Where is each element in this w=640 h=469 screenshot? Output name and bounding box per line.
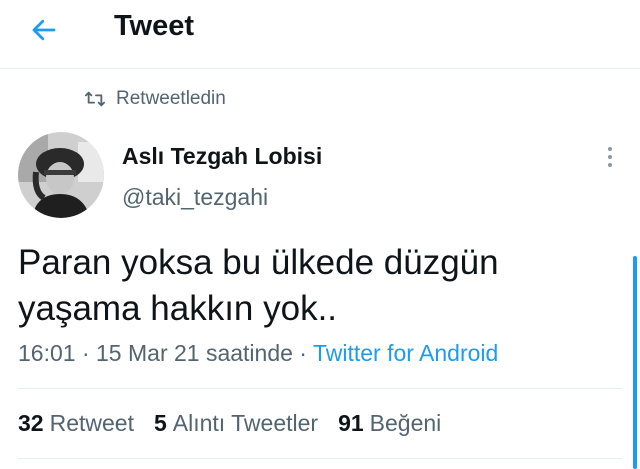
meta-separator: · xyxy=(75,340,97,366)
more-options-button[interactable] xyxy=(598,142,622,172)
retweets-count: 32 xyxy=(18,410,44,436)
tweet-text: Paran yoksa bu ülkede düzgün yaşama hakk… xyxy=(18,243,499,328)
tweet-stats: 32 Retweet 5 Alıntı Tweetler 91 Beğeni xyxy=(18,410,441,437)
quotes-count: 5 xyxy=(153,410,167,436)
avatar[interactable] xyxy=(18,132,104,218)
back-button[interactable] xyxy=(26,12,62,48)
divider xyxy=(18,458,622,459)
likes-count: 91 xyxy=(338,410,364,436)
retweets-stat[interactable]: 32 Retweet xyxy=(18,410,134,437)
page-title: Tweet xyxy=(114,10,195,42)
divider xyxy=(18,388,622,389)
top-app-bar: Tweet xyxy=(0,0,640,69)
retweets-label: Retweet xyxy=(49,410,134,436)
tweet-source-link[interactable]: Twitter for Android xyxy=(313,340,498,366)
author-display-name[interactable]: Aslı Tezgah Lobisi xyxy=(122,143,322,170)
arrow-left-icon xyxy=(32,19,56,41)
scrollbar[interactable] xyxy=(633,256,637,469)
quotes-label: Alıntı Tweetler xyxy=(172,410,319,436)
retweet-context-label: Retweetledin xyxy=(116,88,226,109)
more-vertical-icon xyxy=(608,147,612,151)
author-username[interactable]: @taki_tezgahi xyxy=(122,184,268,211)
tweet-time[interactable]: 16:01 xyxy=(18,340,76,366)
tweet-metadata: 16:01 · 15 Mar 21 saatinde · Twitter for… xyxy=(18,340,498,367)
retweet-context: Retweetledin xyxy=(84,88,226,110)
quotes-stat[interactable]: 5 Alıntı Tweetler xyxy=(154,410,318,437)
retweet-icon xyxy=(85,91,105,107)
tweet-date[interactable]: 15 Mar 21 saatinde xyxy=(96,340,293,366)
likes-stat[interactable]: 91 Beğeni xyxy=(338,410,441,437)
meta-separator: · xyxy=(292,340,313,366)
avatar-image xyxy=(18,132,104,218)
likes-label: Beğeni xyxy=(369,410,442,436)
